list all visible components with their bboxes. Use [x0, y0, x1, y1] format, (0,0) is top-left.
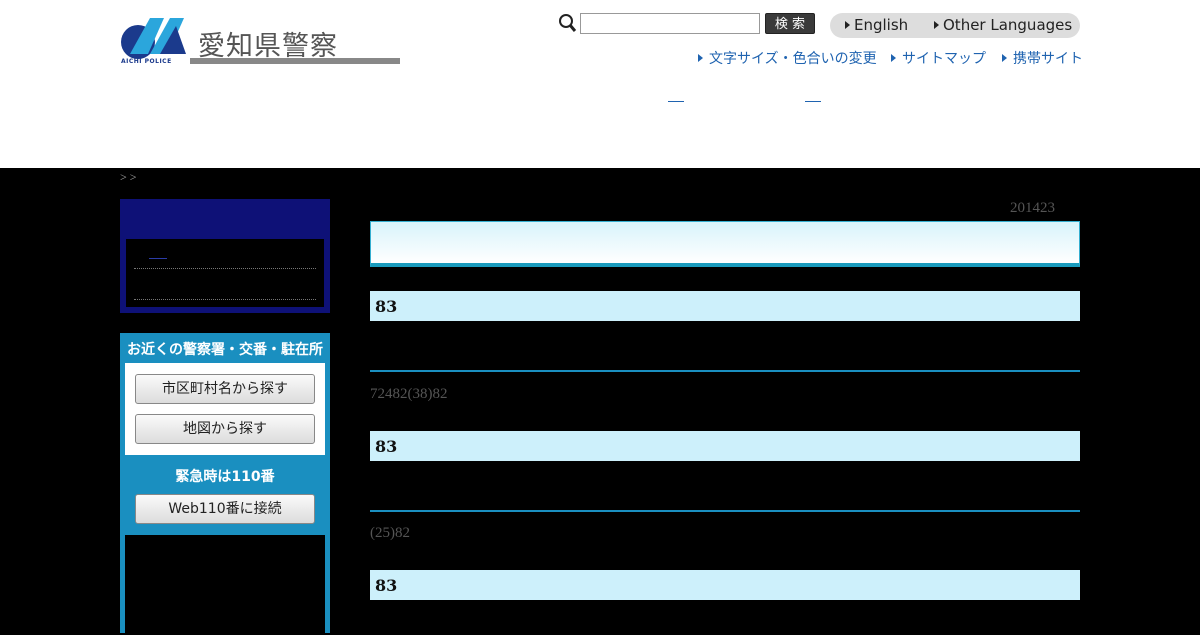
mobile-site-label: 携帯サイト [1013, 51, 1083, 67]
search-button[interactable]: 検 索 [765, 13, 815, 34]
triangle-right-icon [845, 21, 850, 29]
divider [134, 299, 316, 300]
triangle-right-icon [698, 54, 703, 62]
triangle-right-icon [934, 21, 939, 29]
sitemap-link[interactable]: サイトマップ [891, 48, 986, 68]
logo-underline [190, 58, 400, 64]
mobile-site-link[interactable]: 携帯サイト [1002, 48, 1083, 68]
station-finder-title: お近くの警察署・交番・駐在所 [127, 342, 323, 358]
section-heading-text: 83 [375, 297, 398, 316]
language-switcher: English Other Languages [830, 13, 1080, 38]
english-link[interactable]: English [845, 13, 908, 38]
text-size-color-label: 文字サイズ・色合いの変更 [709, 51, 877, 67]
aichi-police-logo-icon[interactable] [120, 14, 190, 64]
search-icon [559, 14, 577, 32]
site-header: 愛知県警察 AICHI POLICE 検 索 English Other Lan… [0, 0, 1200, 168]
other-languages-label: Other Languages [943, 16, 1073, 34]
station-finder-panel: 市区町村名から探す 地図から探す [125, 363, 325, 455]
section-heading-text: 83 [375, 576, 398, 595]
breadcrumb[interactable]: > > [120, 170, 137, 185]
section-text: (25)82 [370, 525, 410, 541]
section-heading-text: 83 [375, 437, 398, 456]
sitemap-label: サイトマップ [902, 51, 986, 67]
global-nav-link[interactable] [668, 101, 684, 102]
search-by-municipality-button[interactable]: 市区町村名から探す [135, 374, 315, 404]
triangle-right-icon [891, 54, 896, 62]
banner-area [125, 535, 325, 635]
other-languages-link[interactable]: Other Languages [934, 13, 1072, 38]
page-title [370, 221, 1080, 267]
local-nav-list [126, 239, 324, 307]
triangle-right-icon [1002, 54, 1007, 62]
search-input[interactable] [580, 13, 760, 34]
left-local-nav [120, 199, 330, 313]
section-heading: 83 [370, 570, 1080, 600]
update-date: 201423 [1010, 200, 1055, 216]
local-nav-link[interactable] [149, 258, 167, 259]
section-divider [370, 510, 1080, 512]
section-text: 72482(38)82 [370, 386, 448, 402]
section-divider [370, 370, 1080, 372]
station-finder-box: お近くの警察署・交番・駐在所 市区町村名から探す 地図から探す 緊急時は110番… [120, 333, 330, 635]
section-heading: 83 [370, 431, 1080, 461]
english-label: English [854, 16, 909, 34]
web110-button[interactable]: Web110番に接続 [135, 494, 315, 524]
divider [134, 268, 316, 269]
search-by-map-button[interactable]: 地図から探す [135, 414, 315, 444]
logo-subtext: AICHI POLICE [121, 58, 172, 65]
global-nav-link[interactable] [805, 101, 821, 102]
text-size-color-link[interactable]: 文字サイズ・色合いの変更 [698, 48, 877, 68]
emergency-110-label: 緊急時は110番 [175, 469, 275, 485]
section-heading: 83 [370, 291, 1080, 321]
